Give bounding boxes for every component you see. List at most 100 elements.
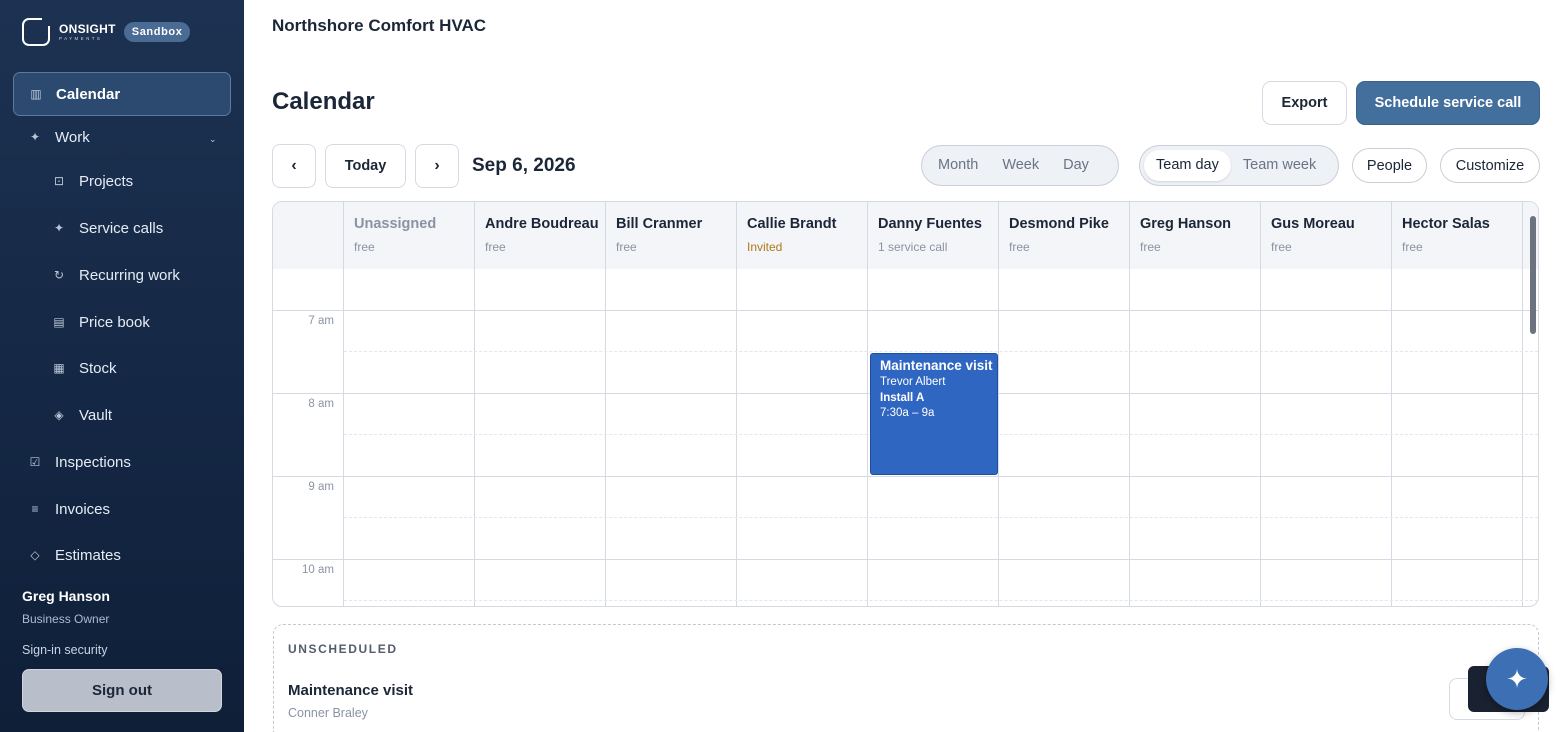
unscheduled-panel: UNSCHEDULED Maintenance visit Conner Bra… <box>273 624 1539 732</box>
sidebar-item-projects[interactable]: ⊡ Projects <box>51 169 133 193</box>
sidebar-item-label: Estimates <box>55 546 121 564</box>
user-name: Greg Hanson <box>22 588 110 604</box>
half-hour-line <box>344 517 1538 518</box>
logo-mark-icon <box>22 17 51 46</box>
customize-button[interactable]: Customize <box>1440 148 1540 183</box>
next-day-button[interactable]: › <box>415 144 459 188</box>
grid-line <box>343 269 344 606</box>
hour-line <box>273 476 1538 477</box>
export-button[interactable]: Export <box>1262 81 1347 125</box>
sidebar-item-inspections[interactable]: ☑ Inspections <box>27 450 131 474</box>
column-status: free <box>1009 240 1030 254</box>
column-name: Callie Brandt <box>747 216 837 232</box>
column-name: Unassigned <box>354 216 437 232</box>
grid-icon: ▦ <box>53 361 65 375</box>
sidebar-item-price-book[interactable]: ▤ Price book <box>51 310 150 334</box>
column-header-technician[interactable]: Callie Brandt Invited <box>736 202 867 269</box>
chevron-down-icon[interactable]: ⌄ <box>209 134 217 145</box>
people-button[interactable]: People <box>1352 148 1427 183</box>
sidebar-item-estimates[interactable]: ◇ Estimates <box>27 543 121 567</box>
grid-line <box>867 269 868 606</box>
sidebar-item-invoices[interactable]: ≡ Invoices <box>27 497 110 521</box>
time-label: 8 am <box>308 398 334 410</box>
column-name: Bill Cranmer <box>616 216 703 232</box>
assistant-sparkle-icon[interactable]: ✦ <box>1486 648 1548 710</box>
time-label: 9 am <box>308 481 334 493</box>
sidebar: ONSIGHT PAYMENTS Sandbox ▥ Calendar ✦ Wo… <box>0 0 244 732</box>
column-name: Andre Boudreau <box>485 216 599 232</box>
sidebar-item-label: Work <box>55 128 90 146</box>
view-team-day[interactable]: Team day <box>1144 150 1231 181</box>
projects-icon: ⊡ <box>53 174 65 188</box>
grid-line <box>998 269 999 606</box>
column-status: free <box>1140 240 1161 254</box>
sign-out-button[interactable]: Sign out <box>22 669 222 712</box>
sidebar-item-work[interactable]: ✦ Work <box>27 125 90 149</box>
column-name: Gus Moreau <box>1271 216 1355 232</box>
column-header-technician[interactable]: Bill Cranmer free <box>605 202 736 269</box>
calendar-scrollbar[interactable] <box>1530 216 1536 334</box>
view-week[interactable]: Week <box>990 150 1051 181</box>
sidebar-item-vault[interactable]: ◈ Vault <box>51 403 112 427</box>
brand-name: ONSIGHT <box>59 21 116 36</box>
book-icon: ▤ <box>53 315 65 329</box>
list-icon: ≡ <box>31 502 39 516</box>
schedule-service-call-button[interactable]: Schedule service call <box>1356 81 1540 125</box>
sidebar-item-calendar[interactable]: ▥ Calendar <box>13 72 231 116</box>
grid-line <box>1391 269 1392 606</box>
sidebar-item-label: Calendar <box>56 85 121 103</box>
sidebar-item-label: Vault <box>79 406 113 424</box>
prev-day-button[interactable]: ‹ <box>272 144 316 188</box>
column-header-unassigned[interactable]: Unassigned free <box>343 202 474 269</box>
hour-line <box>273 310 1538 311</box>
calendar-columns-icon: ▥ <box>30 87 42 101</box>
event-time: 7:30a – 9a <box>880 407 935 419</box>
checkbox-icon: ☑ <box>29 455 41 469</box>
current-date: Sep 6, 2026 <box>472 155 576 176</box>
grid-line <box>605 269 606 606</box>
sidebar-item-label: Projects <box>79 172 134 190</box>
column-header-technician[interactable]: Gus Moreau free <box>1260 202 1391 269</box>
unscheduled-item-title[interactable]: Maintenance visit <box>288 682 413 699</box>
column-header-technician[interactable]: Desmond Pike free <box>998 202 1129 269</box>
column-header-technician[interactable]: Hector Salas free <box>1391 202 1522 269</box>
grid-line <box>1522 269 1523 606</box>
sidebar-item-stock[interactable]: ▦ Stock <box>51 356 117 380</box>
column-status: free <box>616 240 637 254</box>
view-team-week[interactable]: Team week <box>1231 150 1328 181</box>
sparkle-icon: ✦ <box>29 130 41 144</box>
sidebar-item-recurring-work[interactable]: ↻ Recurring work <box>51 263 180 287</box>
view-day[interactable]: Day <box>1051 150 1101 181</box>
unscheduled-item-customer: Conner Braley <box>288 706 368 720</box>
event-equipment: Install A <box>880 392 925 404</box>
calendar-event[interactable]: Maintenance visit Trevor Albert Install … <box>870 353 998 475</box>
sparkle-icon: ✦ <box>53 221 65 235</box>
grid-line <box>474 269 475 606</box>
column-status: 1 service call <box>878 240 948 254</box>
team-calendar-grid: Unassigned free Andre Boudreau free Bill… <box>272 201 1539 607</box>
sidebar-item-label: Stock <box>79 359 117 377</box>
brand-logo[interactable]: ONSIGHT PAYMENTS Sandbox <box>22 17 191 46</box>
half-hour-line <box>344 351 1538 352</box>
today-button[interactable]: Today <box>325 144 406 188</box>
column-header-technician[interactable]: Danny Fuentes 1 service call <box>867 202 998 269</box>
diamond-icon: ◈ <box>54 408 64 422</box>
sidebar-item-label: Recurring work <box>79 266 180 284</box>
unscheduled-label: UNSCHEDULED <box>288 642 398 656</box>
column-header-technician[interactable]: Greg Hanson free <box>1129 202 1260 269</box>
column-header-technician[interactable]: Andre Boudreau free <box>474 202 605 269</box>
invited-status: Invited <box>747 240 783 254</box>
refresh-icon: ↻ <box>53 268 65 282</box>
sidebar-item-label: Price book <box>79 313 150 331</box>
grid-line <box>1260 269 1261 606</box>
diamond-outline-icon: ◇ <box>30 548 40 562</box>
column-name: Desmond Pike <box>1009 216 1109 232</box>
grid-line <box>736 269 737 606</box>
column-name: Greg Hanson <box>1140 216 1232 232</box>
column-status: free <box>485 240 506 254</box>
sign-in-security-link[interactable]: Sign-in security <box>22 643 107 657</box>
sidebar-item-service-calls[interactable]: ✦ Service calls <box>51 216 163 240</box>
team-view-switcher: Team day Team week <box>1139 145 1339 186</box>
view-month[interactable]: Month <box>926 150 990 181</box>
column-status: free <box>354 240 375 254</box>
